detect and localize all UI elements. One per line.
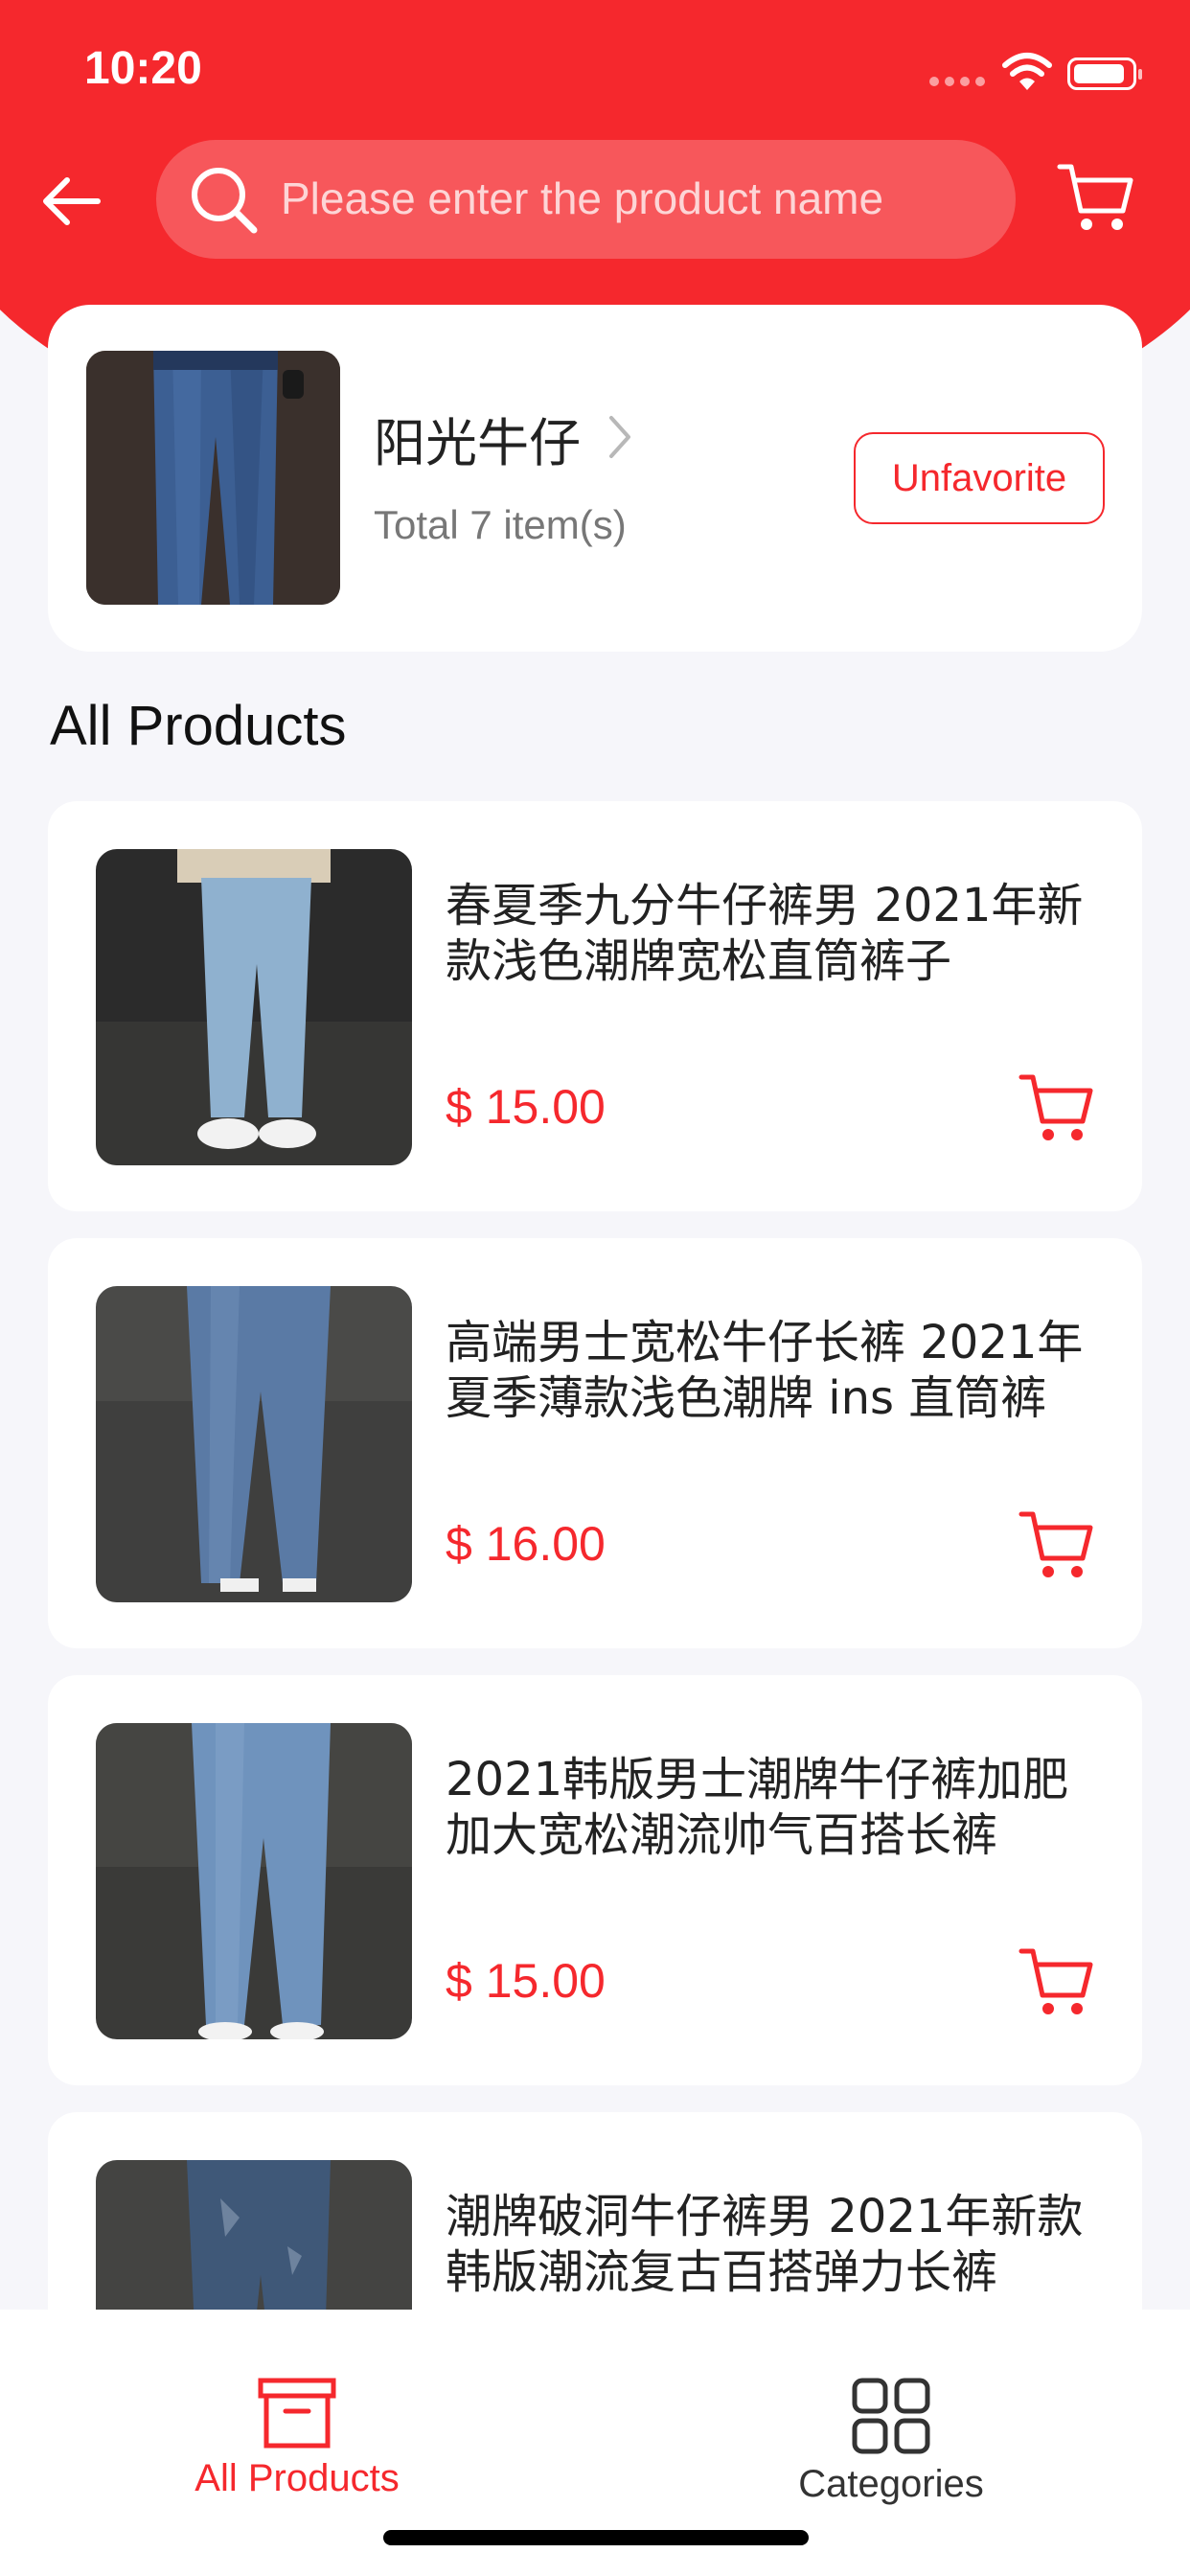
nav-all-products[interactable]: All Products [153,2377,441,2500]
product-image [96,849,412,1165]
product-price: $ 15.00 [446,1080,606,1134]
product-title: 2021韩版男士潮牌牛仔裤加肥加大宽松潮流帅气百搭长裤 [446,1753,1069,1862]
status-time: 10:20 [84,43,202,94]
product-image [96,1723,412,2039]
search-icon [192,168,258,234]
nav-categories[interactable]: Categories [747,2377,1035,2506]
product-title: 春夏季九分牛仔裤男 2021年新款浅色潮牌宽松直筒裤子 [446,879,1084,988]
product-card[interactable]: 春夏季九分牛仔裤男 2021年新款浅色潮牌宽松直筒裤子 $ 15.00 [48,801,1142,1211]
home-indicator [383,2530,809,2545]
store-image [86,351,340,605]
store-card[interactable]: 阳光牛仔 Total 7 item(s) Unfavorite [48,305,1142,652]
nav-label: Categories [798,2463,984,2505]
product-price: $ 16.00 [446,1517,606,1571]
nav-label: All Products [195,2457,400,2499]
search-input[interactable]: Please enter the product name [156,140,1016,259]
chevron-right-icon[interactable] [606,412,634,462]
grid-icon [852,2378,930,2454]
status-bar: 10:20 [0,0,1190,144]
cart-icon[interactable] [1056,161,1134,236]
archive-box-icon [258,2378,336,2449]
product-price: $ 15.00 [446,1954,606,2008]
battery-icon [1067,58,1142,90]
back-arrow-icon[interactable] [38,172,105,230]
product-title: 高端男士宽松牛仔长裤 2021年夏季薄款浅色潮牌 ins 直筒裤 [446,1316,1084,1425]
signal-icon [929,77,985,86]
search-placeholder: Please enter the product name [281,173,884,223]
product-image [96,1286,412,1602]
product-title: 潮牌破洞牛仔裤男 2021年新款韩版潮流复古百搭弹力长裤 [446,2190,1084,2299]
store-name[interactable]: 阳光牛仔 [374,401,581,476]
add-to-cart-icon[interactable] [1018,1945,1094,2020]
wifi-icon [1002,53,1052,90]
product-card[interactable]: 2021韩版男士潮牌牛仔裤加肥加大宽松潮流帅气百搭长裤 $ 15.00 [48,1675,1142,2085]
add-to-cart-icon[interactable] [1018,1071,1094,1146]
store-item-count: Total 7 item(s) [374,502,627,547]
unfavorite-button[interactable]: Unfavorite [854,432,1105,524]
add-to-cart-icon[interactable] [1018,1508,1094,1583]
product-card[interactable]: 高端男士宽松牛仔长裤 2021年夏季薄款浅色潮牌 ins 直筒裤 $ 16.00 [48,1238,1142,1648]
section-title: All Products [50,695,347,757]
